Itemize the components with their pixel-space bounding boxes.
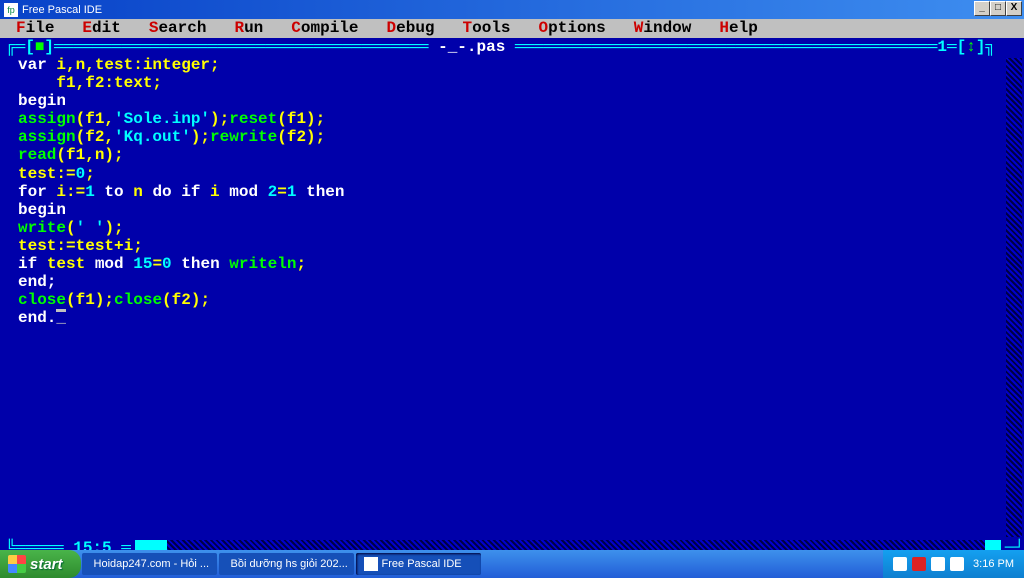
menu-file[interactable]: File (16, 19, 54, 38)
window-title: Free Pascal IDE (22, 4, 102, 16)
start-button[interactable]: start (0, 550, 81, 578)
frame-top-border: ╔═[■]═══════════════════════════════════… (0, 38, 1024, 56)
menu-tools[interactable]: Tools (463, 19, 511, 38)
code-editor[interactable]: var i,n,test:integer; f1,f2:text; begin … (0, 56, 1024, 327)
tray-icon[interactable] (931, 557, 945, 571)
system-tray[interactable]: 3:16 PM (883, 550, 1024, 578)
app-icon: fp (4, 3, 18, 17)
menu-options[interactable]: Options (539, 19, 606, 38)
minimize-button[interactable]: _ (974, 1, 990, 16)
taskbar-item-browser1[interactable]: Hoidap247.com - Hỏi ... (82, 553, 217, 575)
windows-taskbar: start Hoidap247.com - Hỏi ... Bồi dưỡng … (0, 550, 1024, 578)
tray-icon[interactable] (912, 557, 926, 571)
close-button[interactable]: X (1006, 1, 1022, 16)
fpc-icon (364, 557, 378, 571)
windows-logo-icon (8, 555, 26, 573)
menu-run[interactable]: Run (234, 19, 263, 38)
clock[interactable]: 3:16 PM (973, 558, 1014, 570)
menu-bar: File Edit Search Run Compile Debug Tools… (0, 19, 1024, 38)
taskbar-item-fpcide[interactable]: Free Pascal IDE (356, 553, 481, 575)
text-cursor: _ (56, 309, 66, 312)
menu-debug[interactable]: Debug (387, 19, 435, 38)
taskbar-item-browser2[interactable]: Bồi dưỡng hs giỏi 202... (219, 553, 354, 575)
filename: -_-.pas (438, 38, 505, 56)
menu-search[interactable]: Search (149, 19, 207, 38)
menu-window[interactable]: Window (634, 19, 692, 38)
menu-edit[interactable]: Edit (82, 19, 120, 38)
tray-icon[interactable] (950, 557, 964, 571)
tray-icon[interactable] (893, 557, 907, 571)
editor-frame: ╔═[■]═══════════════════════════════════… (0, 38, 1024, 557)
maximize-button[interactable]: □ (990, 1, 1006, 16)
vertical-scrollbar[interactable] (1006, 58, 1022, 537)
menu-help[interactable]: Help (719, 19, 757, 38)
menu-compile[interactable]: Compile (291, 19, 358, 38)
window-titlebar: fp Free Pascal IDE _ □ X (0, 0, 1024, 19)
